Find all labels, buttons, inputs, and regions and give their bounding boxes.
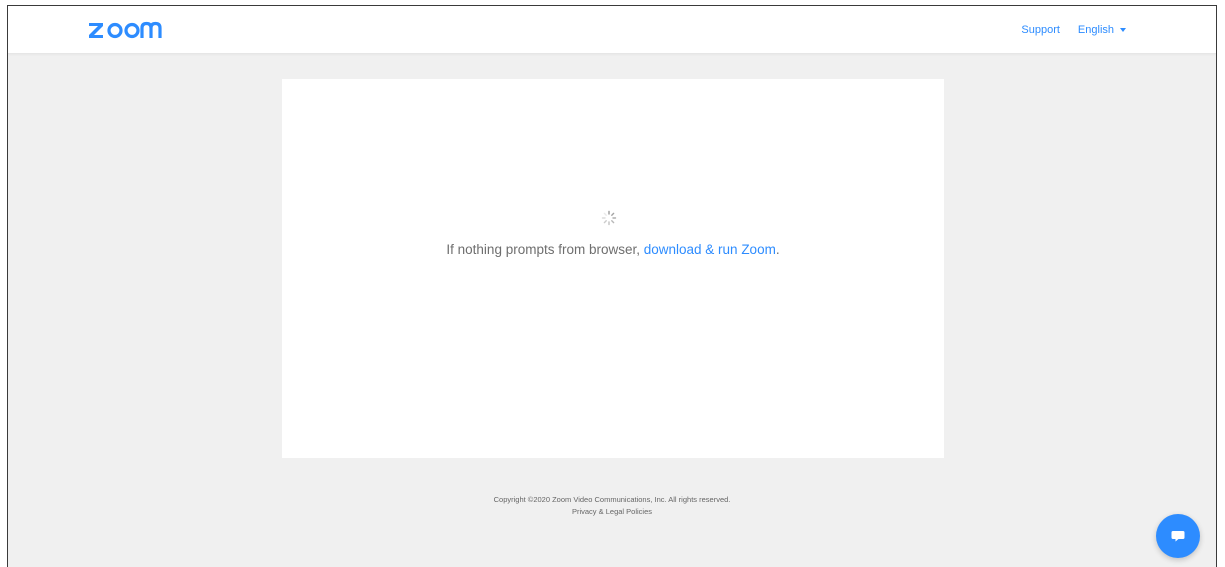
language-dropdown[interactable]: English: [1078, 24, 1126, 36]
zoom-logo[interactable]: [88, 16, 174, 42]
privacy-legal-link[interactable]: Privacy & Legal Policies: [8, 506, 1216, 518]
support-link[interactable]: Support: [1021, 24, 1060, 36]
chat-bubble-icon: [1171, 531, 1185, 542]
top-header: Support English: [8, 6, 1216, 54]
launch-card: If nothing prompts from browser, downloa…: [282, 79, 944, 458]
loading-spinner-icon: [601, 210, 617, 226]
prompt-text: If nothing prompts from browser,: [446, 242, 644, 257]
chat-button[interactable]: [1156, 514, 1200, 558]
zoom-logo-icon: [89, 21, 162, 39]
page-footer: Copyright ©2020 Zoom Video Communication…: [8, 494, 1216, 518]
caret-down-icon: [1120, 28, 1126, 32]
copyright-text: Copyright ©2020 Zoom Video Communication…: [493, 495, 731, 504]
prompt-suffix: .: [775, 242, 780, 257]
language-label: English: [1077, 24, 1114, 36]
screenshot-frame: Support English If nothing prompts from …: [0, 0, 1225, 567]
launch-prompt: If nothing prompts from browser, downloa…: [282, 242, 944, 257]
browser-window: Support English If nothing prompts from …: [7, 5, 1217, 567]
download-run-zoom-link[interactable]: download & run Zoom: [644, 242, 776, 257]
header-nav: Support English: [1021, 6, 1126, 54]
